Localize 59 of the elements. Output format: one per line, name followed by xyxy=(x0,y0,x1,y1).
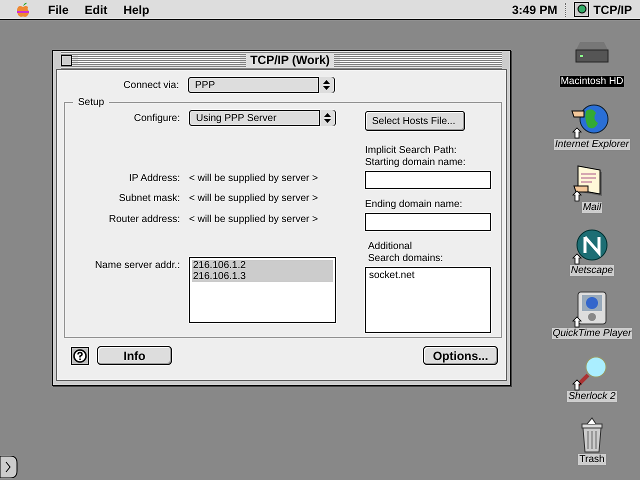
ending-domain-label: Ending domain name: xyxy=(365,199,464,211)
list-entry[interactable]: 216.106.1.3 xyxy=(192,271,333,282)
name-server-list[interactable]: 216.106.1.2 216.106.1.3 xyxy=(189,257,336,323)
input-field[interactable] xyxy=(365,213,491,231)
field-label: IP Address: xyxy=(128,173,180,184)
netscape-icon xyxy=(576,230,608,260)
desktop-icon-label[interactable]: Netscape xyxy=(570,265,614,276)
desktop-icon-label[interactable]: Sherlock 2 xyxy=(567,391,617,402)
field-value: < will be supplied by server > xyxy=(189,214,319,225)
input-field[interactable] xyxy=(365,171,491,189)
menu-item[interactable]: Edit xyxy=(76,2,116,16)
desktop-icon-label[interactable]: Trash xyxy=(578,454,606,465)
popup-arrows-icon xyxy=(319,110,335,126)
field-label: Router address: xyxy=(108,214,180,225)
configure-popup[interactable]: Using PPP Server xyxy=(189,110,336,126)
field-label: Subnet mask: xyxy=(118,193,180,204)
alias-arrow-icon xyxy=(572,253,582,264)
alias-arrow-icon xyxy=(572,127,582,138)
search-domains-box[interactable]: socket.net xyxy=(365,267,491,333)
network-icon[interactable] xyxy=(574,2,590,17)
alias-arrow-icon xyxy=(572,379,582,390)
push-button[interactable]: Options... xyxy=(423,346,498,365)
search-domains-label: Search domains: xyxy=(367,253,444,265)
hard-disk-icon xyxy=(576,42,608,62)
menu-item[interactable]: File xyxy=(40,2,77,16)
apple-icon[interactable] xyxy=(16,2,30,18)
search-path-heading: Implicit Search Path: xyxy=(365,145,458,157)
connect-label: Connect via: xyxy=(122,80,179,90)
search-domains-label: Additional xyxy=(367,241,413,253)
globe-icon xyxy=(571,104,608,134)
app-name[interactable]: TCP/IP xyxy=(593,2,632,16)
field-value: < will be supplied by server > xyxy=(189,193,319,204)
help-button[interactable] xyxy=(71,346,89,364)
name-server-label: Name server addr.: xyxy=(94,259,180,271)
popup-arrows-icon xyxy=(318,77,334,93)
list-entry[interactable]: 216.106.1.2 xyxy=(192,260,333,271)
title-stripes[interactable] xyxy=(340,55,502,65)
menu-clock[interactable]: 3:49 PM xyxy=(504,2,566,16)
trash-icon xyxy=(582,417,602,452)
desktop-icon-label[interactable]: QuickTime Player xyxy=(552,328,632,339)
push-button[interactable]: Info xyxy=(97,346,172,365)
configure-label: Configure: xyxy=(132,112,180,124)
desktop-icon-label[interactable]: Mail xyxy=(582,202,602,213)
alias-arrow-icon xyxy=(572,190,582,202)
control-strip-tab-icon[interactable] xyxy=(0,456,18,478)
window-title: TCP/IP (Work) xyxy=(246,53,334,67)
title-stripes[interactable] xyxy=(78,55,240,65)
field-value: < will be supplied by server > xyxy=(189,173,319,184)
media-player-icon xyxy=(577,292,606,324)
close-box[interactable] xyxy=(61,54,72,66)
desktop-icon-label[interactable]: Macintosh HD xyxy=(560,76,624,87)
group-title: Setup xyxy=(77,97,106,108)
starting-domain-label: Starting domain name: xyxy=(365,157,467,169)
connect-popup[interactable]: PPP xyxy=(188,77,335,93)
mail-icon xyxy=(573,165,602,196)
select-hosts-button[interactable]: Select Hosts File... xyxy=(365,111,465,131)
menu-item[interactable]: Help xyxy=(115,2,158,16)
desktop-icon-label[interactable]: Internet Explorer xyxy=(554,139,630,150)
alias-arrow-icon xyxy=(572,316,582,328)
